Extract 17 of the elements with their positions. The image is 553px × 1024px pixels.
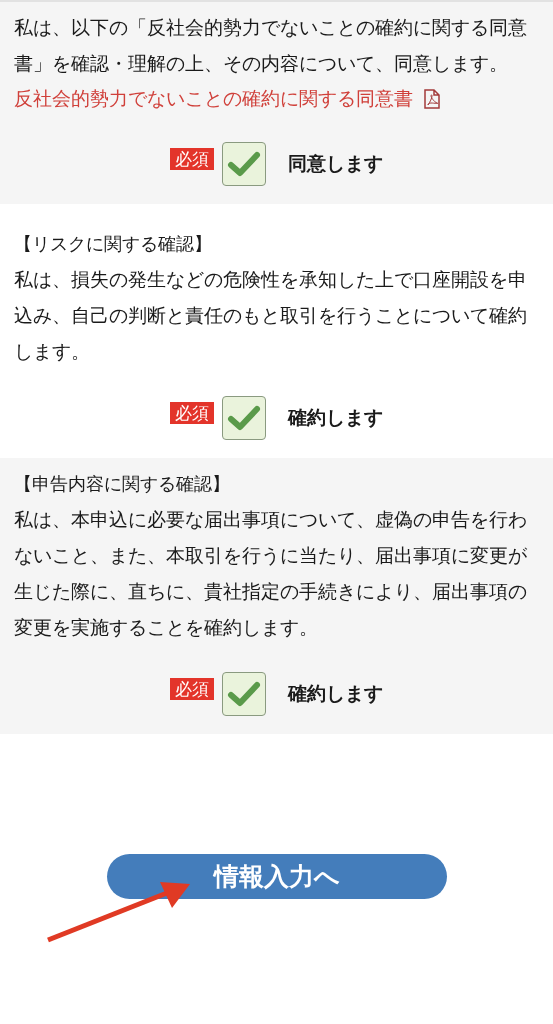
checkbox-label: 確約します [288,405,383,430]
checkbox[interactable] [222,396,266,440]
next-button[interactable]: 情報入力へ [106,854,447,899]
consent-text: 私は、以下の「反社会的勢力でないことの確約に関する同意書」を確認・理解の上、その内容について、同意します。 [14,15,528,77]
checkbox[interactable] [222,672,266,716]
consent-text: 私は、本申込に必要な届出事項について、虚偽の申告を行わないこと、また、本取引を行うに当たり、届出事項に変更が生じた際に、直ちに、貴社指定の手続きにより、届出事項の変更を実施することを確約します。 [14,507,528,641]
required-badge: 必須 [170,402,214,424]
required-badge: 必須 [170,678,214,700]
section-heading: 【申告内容に関する確認】 [14,472,231,496]
section-heading: 【リスクに関する確認】 [14,232,213,256]
required-badge: 必須 [170,148,214,170]
checkbox-label: 同意します [288,151,383,176]
checkbox-label: 確約します [288,681,383,706]
pdf-icon [423,89,441,109]
document-link[interactable]: 反社会的勢力でないことの確約に関する同意書 [14,82,413,116]
consent-text: 私は、損失の発生などの危険性を承知した上で口座開設を申込み、自己の判断と責任のもと取引を行うことについて確約します。 [14,267,528,365]
checkbox[interactable] [222,142,266,186]
